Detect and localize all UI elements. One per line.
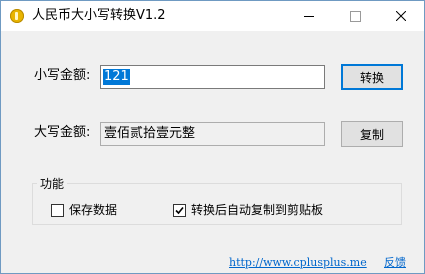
small-amount-label: 小写金额: [34, 68, 91, 83]
title-bar[interactable]: 人民币大小写转换V1.2 [1, 1, 424, 31]
big-amount-value: 壹佰贰拾壹元整 [104, 126, 196, 141]
big-amount-output[interactable]: 壹佰贰拾壹元整 [100, 122, 325, 146]
save-data-label[interactable]: 保存数据 [69, 203, 117, 217]
small-amount-input[interactable]: 121 [100, 65, 325, 89]
convert-button[interactable]: 转换 [341, 64, 403, 90]
close-button[interactable] [378, 1, 424, 31]
auto-copy-checkbox[interactable] [173, 204, 186, 217]
copy-button[interactable]: 复制 [341, 121, 403, 147]
options-group-title: 功能 [37, 177, 68, 191]
auto-copy-label[interactable]: 转换后自动复制到剪贴板 [191, 203, 323, 217]
feedback-link[interactable]: 反馈 [384, 256, 406, 270]
big-amount-label: 大写金额: [34, 125, 91, 140]
minimize-button[interactable] [286, 1, 332, 31]
maximize-icon [349, 10, 361, 22]
close-icon [396, 11, 406, 21]
app-window: 人民币大小写转换V1.2 小写金额: 121 转换 大写金额: 壹佰贰拾壹元整 … [0, 0, 425, 274]
maximize-button[interactable] [332, 1, 378, 31]
app-coin-icon [10, 9, 24, 23]
checkmark-icon [175, 206, 184, 215]
window-title: 人民币大小写转换V1.2 [32, 8, 166, 23]
website-link[interactable]: http://www.cplusplus.me [229, 256, 367, 270]
minimize-icon [304, 15, 314, 17]
save-data-checkbox[interactable] [51, 204, 64, 217]
small-amount-value: 121 [103, 69, 130, 85]
